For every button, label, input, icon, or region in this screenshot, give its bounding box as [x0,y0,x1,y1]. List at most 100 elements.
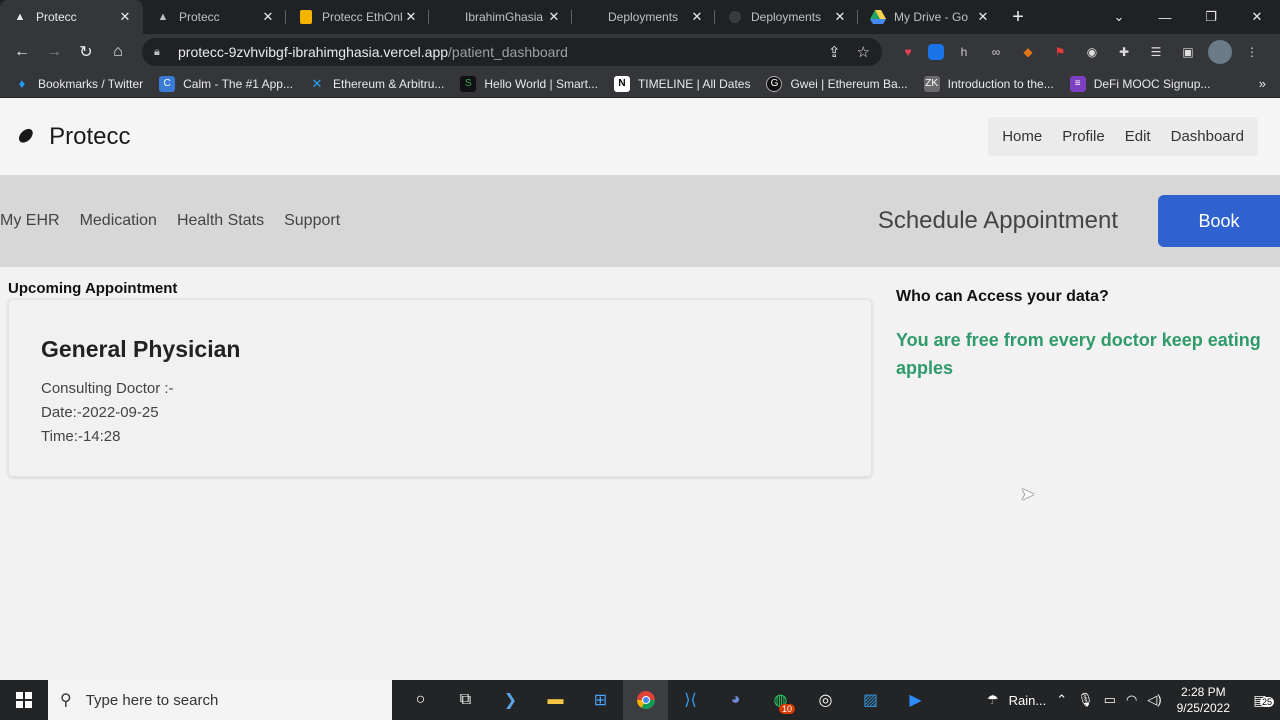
flag-icon[interactable]: ⚑ [1048,40,1072,64]
grammarly-icon[interactable]: ◉ [1080,40,1104,64]
github-icon [727,9,743,25]
tab-title: My Drive - Go [894,10,969,24]
bookmark-defi-mooc[interactable]: ≡ DeFi MOOC Signup... [1069,75,1210,92]
battery-icon[interactable]: ▭ [1099,692,1121,708]
more-bookmarks-icon[interactable]: » [1259,76,1266,91]
close-icon[interactable]: ✕ [546,9,562,25]
close-icon[interactable]: ✕ [403,9,419,25]
nav-edit[interactable]: Edit [1115,117,1161,156]
wifi-icon[interactable]: ◠ [1121,692,1142,708]
close-icon[interactable]: ✕ [260,9,276,25]
bookmark-star-icon[interactable]: ☆ [857,43,870,61]
taskbar-search[interactable]: ⚲ Type here to search [48,680,392,720]
microphone-icon[interactable]: 🎙︎ [1072,692,1099,708]
powershell-icon[interactable]: ❯ [488,680,533,720]
site-header: ⬬ Protecc Home Profile Edit Dashboard [0,98,1280,175]
windows-start-icon[interactable] [0,680,48,720]
tab-protecc-2[interactable]: ▲ Protecc ✕ [143,0,286,34]
subnav-support[interactable]: Support [284,212,340,230]
tab-my-drive[interactable]: My Drive - Go ✕ [858,0,1001,34]
reload-icon[interactable]: ↻ [70,36,102,68]
photos-icon[interactable]: ▨ [848,680,893,720]
whatsapp-badge: 10 [778,704,795,714]
tab-ibrahimghasia[interactable]: IbrahimGhasia ✕ [429,0,572,34]
browser-toolbar: ← → ↻ ⌂ 🔒︎ protecc-9zvhvibgf-ibrahimghas… [0,34,1280,70]
gwei-icon: G [766,75,783,92]
cortana-icon[interactable]: ○ [398,680,443,720]
file-explorer-icon[interactable]: ▬ [533,680,578,720]
obs-icon[interactable]: ◎ [803,680,848,720]
tab-deployments-1[interactable]: Deployments ✕ [572,0,715,34]
tab-search-icon[interactable]: ⌄ [1096,0,1142,34]
bookmark-hello-world[interactable]: S Hello World | Smart... [460,75,598,92]
address-bar[interactable]: 🔒︎ protecc-9zvhvibgf-ibrahimghasia.verce… [142,38,882,66]
puzzle-icon[interactable]: ✚ [1112,40,1136,64]
bookmark-timeline[interactable]: N TIMELINE | All Dates [613,75,750,92]
dashboard-subnav: My EHR Medication Health Stats Support S… [0,175,1280,267]
kebab-menu-icon[interactable]: ⋮ [1240,40,1264,64]
share-icon[interactable]: ⇪ [828,43,841,61]
new-tab-button[interactable]: + [1001,0,1035,34]
store-icon[interactable]: ⊞ [578,680,623,720]
whatsapp-icon[interactable]: ◍ 10 [758,680,803,720]
bookmark-arbitrum[interactable]: ✕ Ethereum & Arbitru... [309,75,445,92]
lock-icon[interactable]: 🔒︎ [154,46,168,59]
weather-label[interactable]: Rain... [1004,693,1052,708]
notification-icon[interactable]: ▤25 [1240,692,1280,709]
close-icon[interactable]: ✕ [832,9,848,25]
metamask-icon[interactable]: ◆ [1016,40,1040,64]
notification-count: 25 [1259,696,1274,707]
calm-icon: C [159,75,176,92]
bookmark-twitter[interactable]: ♦ Bookmarks / Twitter [14,76,143,92]
volume-icon[interactable]: ◁) [1142,692,1166,708]
extension-icon[interactable] [928,44,944,60]
window-controls: ⌄ — ❐ ✕ [1096,0,1280,34]
subnav-medication[interactable]: Medication [80,212,157,230]
weather-icon[interactable]: ☂ [982,692,1004,708]
arbitrum-icon: ✕ [311,75,323,91]
bookmark-gwei[interactable]: G Gwei | Ethereum Ba... [766,75,908,92]
tab-protecc-ethonline[interactable]: Protecc EthOnl ✕ [286,0,429,34]
tab-title: Protecc EthOnl [322,10,403,24]
tab-protecc-1[interactable]: ▲ Protecc ✕ [0,0,143,34]
tab-deployments-2[interactable]: Deployments ✕ [715,0,858,34]
close-icon[interactable]: ✕ [975,9,991,25]
close-icon[interactable]: ✕ [117,9,133,25]
subnav-my-ehr[interactable]: My EHR [0,212,60,230]
chevron-up-icon[interactable]: ⌃ [1051,692,1072,708]
pocket-icon[interactable]: ♥ [896,40,920,64]
discord-icon[interactable]: ◕ [713,680,758,720]
chrome-icon[interactable] [623,680,668,720]
vscode-icon[interactable]: ⟩⟨ [668,680,713,720]
subnav-health-stats[interactable]: Health Stats [177,212,264,230]
appointment-time: Time:-14:28 [41,428,121,445]
side-panel-icon[interactable]: ▣ [1176,40,1200,64]
forward-icon[interactable]: → [38,36,70,68]
access-title: Who can Access your data? [896,288,1109,305]
back-icon[interactable]: ← [6,36,38,68]
site-nav: Home Profile Edit Dashboard [988,117,1258,156]
bookmark-calm[interactable]: C Calm - The #1 App... [159,75,293,92]
avatar[interactable] [1208,40,1232,64]
search-icon: ⚲ [60,692,72,709]
nav-home[interactable]: Home [992,117,1052,156]
upcoming-appointment-title: Upcoming Appointment [8,280,178,297]
slides-icon [298,9,314,25]
bookmark-intro[interactable]: ZK Introduction to the... [923,75,1054,92]
restore-icon[interactable]: ❐ [1188,0,1234,34]
close-icon[interactable]: ✕ [689,9,705,25]
zoom-icon[interactable]: ▶ [893,680,938,720]
media-icon[interactable]: ☰ [1144,40,1168,64]
task-view-icon[interactable]: ⧉ [443,680,488,720]
home-icon[interactable]: ⌂ [102,36,134,68]
h-icon[interactable]: h [952,40,976,64]
minimize-icon[interactable]: — [1142,0,1188,34]
brand[interactable]: ⬬ Protecc [12,122,131,151]
clock[interactable]: 2:28 PM 9/25/2022 [1167,684,1240,716]
book-button[interactable]: Book [1158,195,1280,247]
nav-dashboard[interactable]: Dashboard [1161,117,1254,156]
close-window-icon[interactable]: ✕ [1234,0,1280,34]
brand-name: Protecc [49,122,131,150]
nav-profile[interactable]: Profile [1052,117,1115,156]
glasses-icon[interactable]: ∞ [984,40,1008,64]
